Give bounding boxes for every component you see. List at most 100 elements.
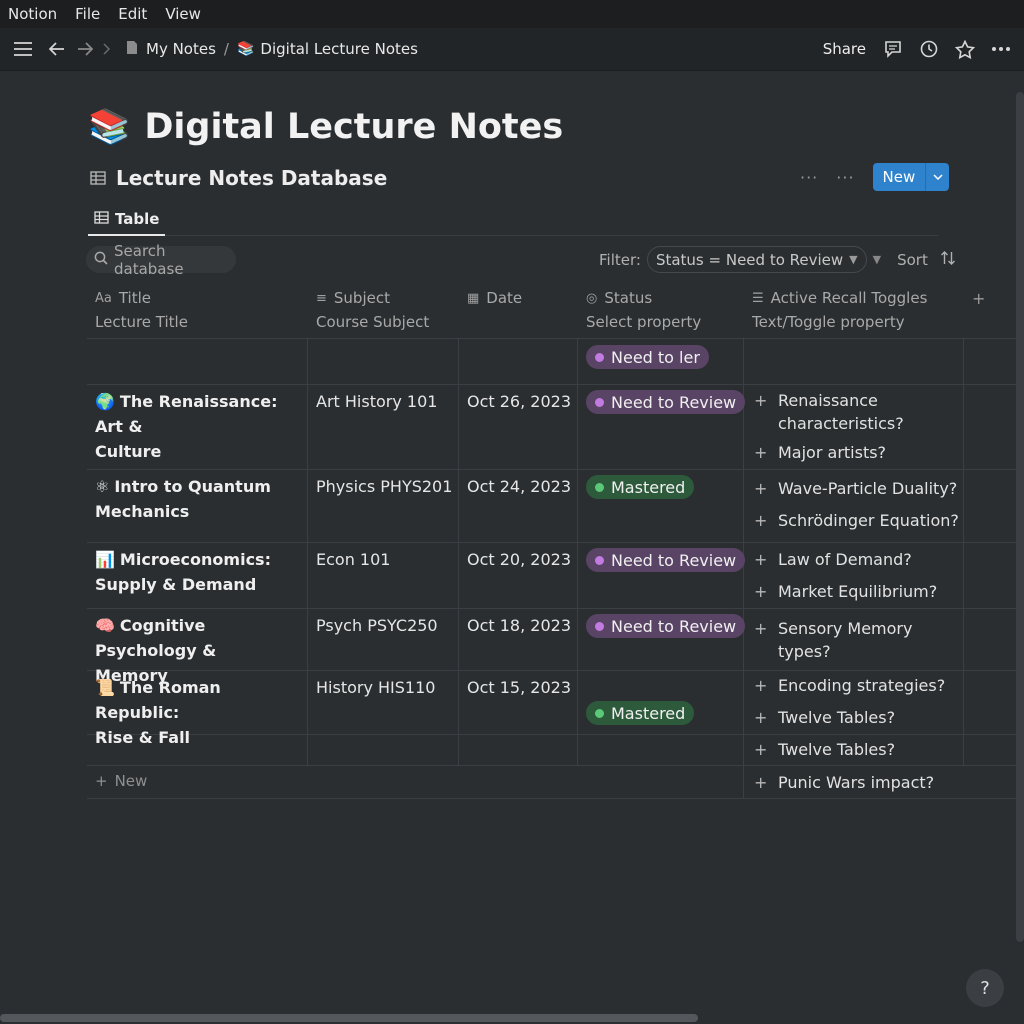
page-emoji-icon[interactable]: 📚 <box>88 107 130 147</box>
new-entry-button[interactable]: New <box>872 163 950 191</box>
filter-chip-status[interactable]: Status = Need to Review ▼ <box>646 246 867 273</box>
chevron-down-icon[interactable]: ▼ <box>873 253 881 266</box>
toggle-plus-icon[interactable]: + <box>754 617 778 663</box>
page-title-text[interactable]: Digital Lecture Notes <box>144 107 563 147</box>
breadcrumb-current-page[interactable]: Digital Lecture Notes <box>260 40 418 58</box>
toggle-plus-icon[interactable]: + <box>754 706 778 729</box>
column-type-icon: ☰ <box>752 290 764 306</box>
favorite-star-icon[interactable] <box>954 38 976 60</box>
column-header-subject[interactable]: ≡ Subject Course Subject <box>316 284 429 338</box>
row-title[interactable]: 📊 Microeconomics: Supply & Demand <box>95 547 305 597</box>
tab-table-view[interactable]: Table <box>88 204 166 236</box>
add-column-button[interactable]: + <box>972 289 985 308</box>
chevron-down-icon[interactable] <box>925 163 949 191</box>
toggle-plus-icon[interactable]: + <box>754 441 778 464</box>
top-bar-actions: Share <box>823 38 1012 60</box>
recall-toggle[interactable]: + Sensory Memory types? <box>754 617 959 663</box>
toggle-text: Law of Demand? <box>778 548 912 571</box>
toggle-line1: Punic Wars impact? <box>778 773 935 792</box>
menu-edit[interactable]: Edit <box>118 5 147 23</box>
recall-toggle[interactable]: + Schrödinger Equation? <box>754 509 959 532</box>
status-badge[interactable]: Mastered <box>586 475 695 499</box>
vertical-scrollbar[interactable] <box>1016 92 1024 942</box>
recall-toggle[interactable]: + Wave-Particle Duality? <box>754 477 959 500</box>
toggle-text: Wave-Particle Duality? <box>778 477 957 500</box>
column-header-date[interactable]: ▦ Date <box>467 284 522 338</box>
row-title[interactable]: 🌍 The Renaissance: Art & Culture <box>95 389 305 464</box>
column-header-status[interactable]: ◎ Status Select property <box>586 284 701 338</box>
toggle-plus-icon[interactable]: + <box>754 389 778 435</box>
share-button[interactable]: Share <box>823 40 866 58</box>
toggle-plus-icon[interactable]: + <box>754 738 778 761</box>
column-subtitle: Course Subject <box>316 313 430 331</box>
toggle-plus-icon[interactable]: + <box>754 509 778 532</box>
top-bar: My Notes / 📚 Digital Lecture Notes Share <box>0 28 1024 71</box>
new-row-label: New <box>114 772 148 790</box>
forward-arrow-icon[interactable] <box>74 38 96 60</box>
row-date[interactable]: Oct 18, 2023 <box>467 613 571 638</box>
row-date[interactable]: Oct 20, 2023 <box>467 547 571 572</box>
page-title[interactable]: 📚 Digital Lecture Notes <box>88 102 563 152</box>
row-subject[interactable]: History HIS110 <box>316 675 435 700</box>
row-title[interactable]: ⚛ Intro to Quantum Mechanics <box>95 474 305 524</box>
database-options-dots[interactable]: ··· <box>800 168 818 187</box>
recall-toggle[interactable]: + Punic Wars impact? <box>754 771 959 794</box>
horizontal-scrollbar[interactable] <box>0 1014 698 1022</box>
column-header-active-recall-toggles[interactable]: ☰ Active Recall Toggles Text/Toggle proper… <box>752 284 927 338</box>
status-badge[interactable]: Mastered <box>586 701 695 725</box>
toggle-plus-icon[interactable]: + <box>754 771 778 794</box>
help-button[interactable]: ? <box>966 969 1004 1007</box>
menu-app[interactable]: Notion <box>8 5 57 23</box>
toggle-text: Schrödinger Equation? <box>778 509 959 532</box>
column-divider <box>307 338 308 765</box>
row-date[interactable]: Oct 24, 2023 <box>467 474 571 499</box>
row-date[interactable]: Oct 15, 2023 <box>467 675 571 700</box>
toggle-text: Twelve Tables? <box>778 706 895 729</box>
row-date[interactable]: Oct 26, 2023 <box>467 389 571 414</box>
database-title-text[interactable]: Lecture Notes Database <box>116 166 387 190</box>
chevron-down-icon: ▼ <box>849 253 858 266</box>
column-header-title[interactable]: Aa Title Lecture Title <box>95 284 188 338</box>
new-entry-label[interactable]: New <box>873 163 926 191</box>
column-subtitle: Lecture Title <box>95 313 188 331</box>
status-badge[interactable]: Need to Review <box>586 614 746 638</box>
recall-toggle[interactable]: + Major artists? <box>754 441 959 464</box>
row-subject[interactable]: Psych PSYC250 <box>316 613 438 638</box>
toggle-line1: Sensory Memory <box>778 619 913 638</box>
toggle-line1: Renaissance <box>778 391 878 410</box>
row-title[interactable]: 📜 The Roman Republic: Rise & Fall <box>95 675 305 750</box>
recall-toggle[interactable]: + Law of Demand? <box>754 548 959 571</box>
back-arrow-icon[interactable] <box>46 38 68 60</box>
plus-icon: + <box>95 772 108 790</box>
toggle-plus-icon[interactable]: + <box>754 580 778 603</box>
recall-toggle[interactable]: + Market Equilibrium? <box>754 580 959 603</box>
search-input[interactable]: Search database <box>86 242 236 278</box>
new-row-button[interactable]: + New <box>95 772 147 790</box>
recall-toggle[interactable]: + Encoding strategies? <box>754 674 959 697</box>
recall-toggle[interactable]: + Twelve Tables? <box>754 738 959 761</box>
status-label: Need to Review <box>611 392 737 412</box>
row-subject[interactable]: Physics PHYS201 <box>316 474 452 499</box>
toggle-plus-icon[interactable]: + <box>754 548 778 571</box>
column-divider <box>963 338 964 765</box>
sort-arrows-icon[interactable] <box>940 250 956 270</box>
database-more-dots[interactable]: ··· <box>836 168 854 187</box>
row-subject[interactable]: Econ 101 <box>316 547 390 572</box>
recall-toggle[interactable]: + Twelve Tables? <box>754 706 959 729</box>
status-badge[interactable]: Need to ler <box>586 345 709 369</box>
breadcrumb-my-notes[interactable]: My Notes <box>146 40 216 58</box>
status-badge[interactable]: Need to Review <box>586 548 746 572</box>
toggle-plus-icon[interactable]: + <box>754 477 778 500</box>
status-badge[interactable]: Need to Review <box>586 390 746 414</box>
row-subject[interactable]: Art History 101 <box>316 389 437 414</box>
sidebar-toggle-icon[interactable] <box>12 38 34 60</box>
sort-button[interactable]: Sort <box>897 251 928 269</box>
comment-icon[interactable] <box>882 38 904 60</box>
history-clock-icon[interactable] <box>918 38 940 60</box>
menu-file[interactable]: File <box>75 5 100 23</box>
recall-toggle[interactable]: + Renaissance characteristics? <box>754 389 959 435</box>
column-header-line: ◎ Status <box>586 284 701 312</box>
toggle-plus-icon[interactable]: + <box>754 674 778 697</box>
more-options-icon[interactable] <box>990 38 1012 60</box>
menu-view[interactable]: View <box>165 5 201 23</box>
